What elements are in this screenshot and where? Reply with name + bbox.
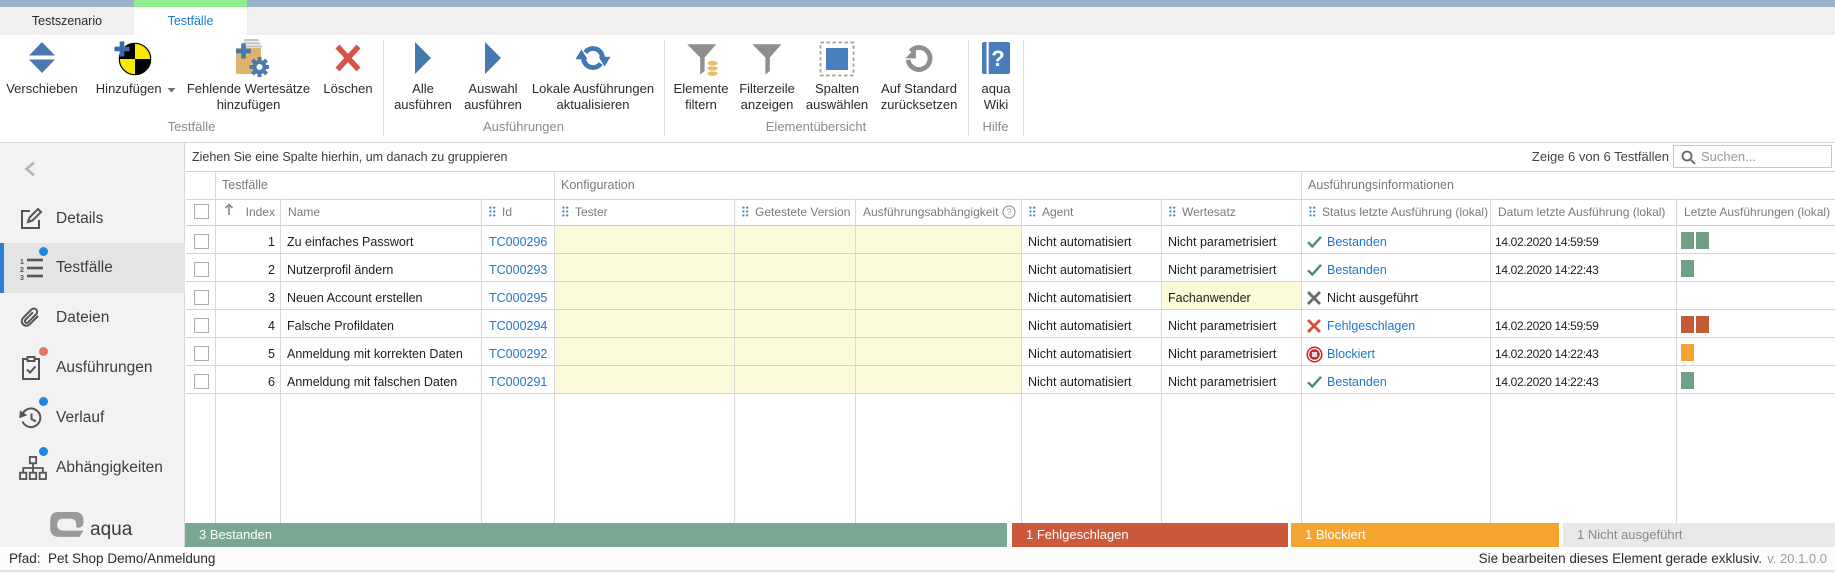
svg-text:3: 3	[20, 275, 24, 280]
svg-text:?: ?	[1006, 207, 1011, 217]
svg-text:2: 2	[20, 267, 24, 274]
svg-text:?: ?	[991, 46, 1004, 71]
svg-text:1: 1	[20, 259, 24, 266]
